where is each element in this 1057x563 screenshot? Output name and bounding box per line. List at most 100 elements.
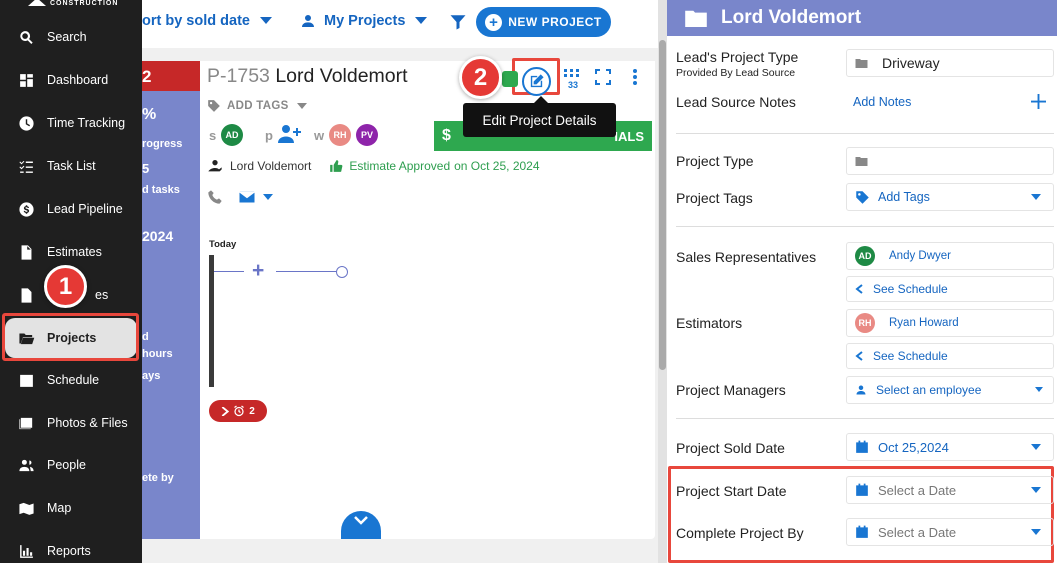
avatar-ad: AD [855, 246, 875, 266]
fullscreen-icon[interactable] [595, 69, 611, 85]
sidebar-item-lead-pipeline[interactable]: Lead Pipeline [0, 189, 142, 229]
reminders-pill[interactable]: 2 [209, 400, 267, 422]
sidebar-item-label: Photos & Files [47, 416, 128, 430]
calendar-icon [856, 525, 868, 538]
add-person-icon[interactable] [277, 124, 301, 144]
edit-project-details-button[interactable] [522, 67, 551, 96]
sidebar-item-people[interactable]: People [0, 445, 142, 485]
days-label: ays [142, 370, 161, 382]
scrollbar-thumb[interactable] [659, 40, 666, 370]
invoice-icon [21, 287, 32, 303]
sales-reps-label: Sales Representatives [676, 249, 817, 265]
sidebar-item-label: Schedule [47, 373, 100, 387]
sidebar-item-photos-files[interactable]: Photos & Files [0, 403, 142, 443]
mail-icon[interactable] [239, 191, 255, 203]
sort-dropdown[interactable]: ort by sold date [142, 13, 272, 29]
see-schedule-label: See Schedule [873, 349, 948, 363]
lead-type-sublabel: Provided By Lead Source [676, 67, 796, 79]
new-project-button[interactable]: + NEW PROJECT [476, 7, 611, 37]
see-schedule-estimator-button[interactable]: See Schedule [846, 343, 1054, 369]
divider [676, 133, 1054, 134]
client-row: Lord Voldemort Estimate Approved on Oct … [207, 159, 540, 173]
sidebar: CONSTRUCTION Search Dashboard Time Track… [0, 0, 142, 563]
my-projects-dropdown[interactable]: My Projects [300, 13, 428, 29]
dashboard-icon [20, 73, 33, 87]
filter-button[interactable] [449, 13, 467, 36]
sidebar-item-task-list[interactable]: Task List [0, 146, 142, 186]
sidebar-item-label: Estimates [47, 245, 102, 259]
timeline-end-marker[interactable] [336, 266, 348, 278]
year-label: 2024 [142, 228, 174, 244]
add-notes-link[interactable]: Add Notes [853, 95, 911, 109]
calendar-icon [856, 440, 868, 453]
caret-down-icon [415, 17, 428, 24]
sidebar-item-reports[interactable]: Reports [0, 531, 142, 563]
sidebar-item-search[interactable]: Search [0, 17, 142, 57]
tag-icon [856, 190, 869, 204]
project-id: P-1753 [207, 65, 270, 87]
sold-label: d [142, 331, 149, 343]
hours-label: hours [142, 348, 173, 360]
see-schedule-label: See Schedule [873, 282, 948, 296]
sidebar-item-label: Dashboard [47, 73, 109, 87]
see-schedule-sales-button[interactable]: See Schedule [846, 276, 1054, 302]
plus-icon[interactable] [1031, 94, 1046, 109]
clock-icon [19, 115, 34, 131]
sidebar-item-label: es [95, 288, 109, 302]
avatar-ad[interactable]: AD [221, 124, 243, 146]
caret-down-icon[interactable] [263, 193, 273, 201]
folder-icon [685, 10, 707, 27]
step-badge-1: 1 [44, 265, 87, 308]
estimator-chip[interactable]: RH Ryan Howard [846, 309, 1054, 337]
edit-details-tooltip: Edit Project Details [463, 96, 616, 137]
chevron-left-icon [855, 351, 863, 361]
sidebar-item-schedule[interactable]: Schedule [0, 360, 142, 400]
board-scrollbar[interactable] [658, 0, 667, 563]
map-icon [19, 502, 34, 515]
project-managers-dropdown[interactable]: Select an employee [846, 376, 1054, 404]
avatar-pv[interactable]: PV [356, 124, 378, 146]
divider [676, 418, 1054, 419]
complete-by-label: ete by [142, 472, 174, 484]
avatar-rh[interactable]: RH [329, 124, 351, 146]
today-label: Today [209, 239, 237, 250]
complete-by-date-picker[interactable]: Select a Date [846, 518, 1054, 546]
thumbs-up-icon [330, 160, 343, 172]
dollar-icon [19, 201, 34, 217]
chevron-down-icon [354, 516, 368, 525]
sort-label: ort by sold date [142, 13, 250, 29]
expand-card-button[interactable] [341, 511, 381, 539]
start-date-picker[interactable]: Select a Date [846, 476, 1054, 504]
checklist-icon [19, 160, 33, 173]
project-title: P-1753 Lord Voldemort [207, 65, 408, 88]
my-projects-label: My Projects [324, 13, 406, 29]
previous-project-card[interactable]: 2 % rogress 5 d tasks 2024 d hours ays e… [142, 61, 200, 539]
sidebar-item-dashboard[interactable]: Dashboard [0, 60, 142, 100]
timeline-add-button[interactable]: + [252, 259, 264, 283]
project-type-field[interactable] [846, 147, 1054, 175]
panel-title: Lord Voldemort [721, 7, 862, 28]
project-type-label: Project Type [676, 153, 754, 169]
sidebar-item-map[interactable]: Map [0, 488, 142, 528]
sidebar-item-label: Time Tracking [47, 116, 126, 130]
person-icon [302, 15, 314, 27]
timeline-line [214, 271, 244, 272]
more-options-icon[interactable] [632, 69, 638, 85]
sidebar-item-time-tracking[interactable]: Time Tracking [0, 103, 142, 143]
complete-by-placeholder: Select a Date [878, 524, 957, 540]
sidebar-item-label: Map [47, 501, 72, 515]
sales-rep-chip[interactable]: AD Andy Dwyer [846, 242, 1054, 270]
new-project-label: NEW PROJECT [508, 15, 602, 29]
project-tags-dropdown[interactable]: Add Tags [846, 183, 1054, 211]
estimators-label: Estimators [676, 315, 743, 331]
project-managers-label: Project Managers [676, 382, 786, 398]
sold-date-picker[interactable]: Oct 25,2024 [846, 433, 1054, 461]
phone-icon[interactable] [207, 189, 223, 205]
estimator-name: Ryan Howard [889, 317, 959, 329]
sales-rep-name: Andy Dwyer [889, 250, 951, 262]
add-tags-dropdown[interactable]: ADD TAGS [207, 99, 307, 113]
timeline-line [276, 271, 336, 272]
lead-type-value: Driveway [882, 55, 940, 71]
project-card[interactable]: P-1753 Lord Voldemort 33 ADD TAGS s AD p… [200, 56, 655, 539]
caret-down-icon [1035, 387, 1043, 392]
